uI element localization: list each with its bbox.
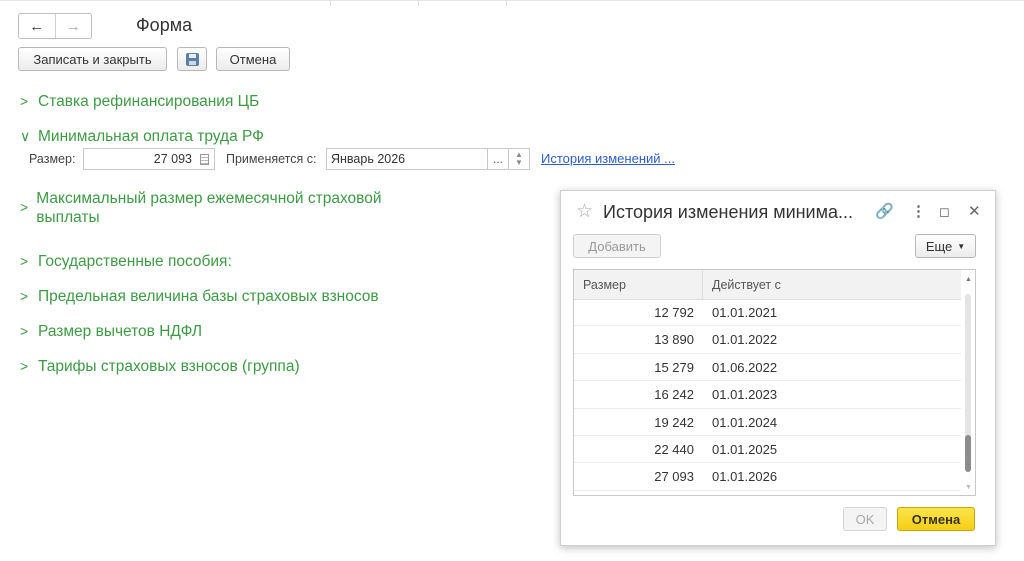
star-icon[interactable]: ☆ bbox=[576, 200, 593, 223]
calculator-icon[interactable] bbox=[200, 154, 209, 165]
size-label: Размер: bbox=[29, 152, 76, 166]
table-row[interactable]: 15 279 01.06.2022 bbox=[574, 354, 962, 382]
tab-divider bbox=[506, 0, 507, 6]
close-icon[interactable]: ✕ bbox=[968, 202, 981, 220]
top-border bbox=[0, 0, 1024, 6]
cancel-button[interactable]: Отмена bbox=[216, 47, 290, 71]
cell-size: 15 279 bbox=[654, 359, 694, 375]
chevron-down-icon: ∨ bbox=[20, 128, 31, 144]
cell-size: 16 242 bbox=[654, 387, 694, 403]
cell-size: 13 890 bbox=[654, 332, 694, 348]
scrollbar-thumb[interactable] bbox=[965, 435, 971, 472]
group-label: Минимальная оплата труда РФ bbox=[38, 128, 264, 145]
table-row[interactable]: 13 890 01.01.2022 bbox=[574, 326, 962, 354]
save-and-close-button[interactable]: Записать и закрыть bbox=[18, 47, 167, 71]
group-ndfl-deductions[interactable]: > Размер вычетов НДФЛ bbox=[20, 322, 202, 341]
column-header-date[interactable]: Действует с bbox=[712, 278, 781, 292]
chevron-right-icon: > bbox=[20, 199, 29, 215]
chevron-right-icon: > bbox=[20, 288, 29, 304]
history-table: Размер Действует с 12 792 01.01.2021 13 8… bbox=[573, 269, 976, 496]
chevron-right-icon: > bbox=[20, 93, 29, 109]
group-refinancing-rate[interactable]: > Ставка рефинансирования ЦБ bbox=[20, 92, 259, 111]
group-insurance-tariffs[interactable]: > Тарифы страховых взносов (группа) bbox=[20, 357, 300, 376]
scroll-up-icon[interactable]: ▲ bbox=[965, 276, 972, 283]
cell-date: 01.01.2021 bbox=[712, 305, 778, 320]
add-button[interactable]: Добавить bbox=[573, 234, 661, 258]
table-row[interactable]: 16 242 01.01.2023 bbox=[574, 381, 962, 409]
table-row[interactable]: 27 093 01.01.2026 bbox=[574, 463, 962, 491]
period-spinner[interactable]: ▲ ▼ bbox=[508, 148, 530, 170]
table-row[interactable]: 12 792 01.01.2021 bbox=[574, 299, 962, 327]
applies-from-input[interactable]: Январь 2026 bbox=[326, 148, 488, 170]
cell-size: 12 792 bbox=[654, 305, 694, 320]
group-label: Размер вычетов НДФЛ bbox=[38, 323, 203, 340]
select-period-button[interactable]: ... bbox=[487, 148, 509, 170]
group-insurance-base-limit[interactable]: > Предельная величина базы страховых взн… bbox=[20, 287, 379, 306]
cell-size: 19 242 bbox=[654, 414, 694, 430]
cell-size: 27 093 bbox=[654, 469, 694, 485]
chevron-right-icon: > bbox=[20, 253, 29, 269]
group-label: Государственные пособия: bbox=[38, 253, 232, 270]
table-row[interactable]: 22 440 01.01.2025 bbox=[574, 436, 962, 464]
chevron-right-icon: > bbox=[20, 358, 29, 374]
group-state-benefits[interactable]: > Государственные пособия: bbox=[20, 252, 232, 271]
size-value: 27 093 bbox=[153, 152, 192, 166]
ok-button[interactable]: OK bbox=[843, 507, 887, 531]
column-header-size[interactable]: Размер bbox=[583, 278, 626, 292]
link-icon[interactable]: 🔗 bbox=[875, 202, 894, 220]
cell-date: 01.01.2026 bbox=[712, 469, 778, 485]
forward-button[interactable]: → bbox=[54, 14, 92, 38]
group-label: Тарифы страховых взносов (группа) bbox=[38, 358, 300, 375]
group-minimum-wage[interactable]: ∨ Минимальная оплата труда РФ bbox=[20, 127, 264, 146]
table-scrollbar[interactable]: ▲ ▼ bbox=[961, 270, 975, 495]
dialog-cancel-button[interactable]: Отмена bbox=[897, 507, 975, 531]
dropdown-arrow-icon: ▼ bbox=[957, 241, 966, 251]
spin-down-icon[interactable]: ▼ bbox=[515, 159, 523, 167]
cell-date: 01.01.2022 bbox=[712, 332, 778, 348]
dialog-title: История изменения минима... bbox=[603, 202, 854, 222]
more-actions-button[interactable]: Еще ▼ bbox=[915, 234, 976, 258]
scroll-down-icon[interactable]: ▼ bbox=[965, 484, 972, 491]
table-row[interactable]: 19 242 01.01.2024 bbox=[574, 409, 962, 436]
column-divider bbox=[702, 270, 703, 299]
cell-date: 01.01.2024 bbox=[712, 414, 778, 430]
history-dialog: ☆ История изменения минима... 🔗 ⋮ ◻ ✕ До… bbox=[560, 190, 996, 546]
chevron-right-icon: > bbox=[20, 323, 29, 339]
back-button[interactable]: ← bbox=[19, 14, 55, 38]
size-input[interactable]: 27 093 bbox=[83, 148, 215, 170]
more-vertical-icon[interactable]: ⋮ bbox=[911, 202, 926, 220]
history-navigation: ← → bbox=[18, 13, 92, 39]
cell-date: 01.01.2025 bbox=[712, 441, 778, 457]
cell-size: 22 440 bbox=[654, 441, 694, 457]
page-title: Форма bbox=[136, 15, 193, 35]
tab-divider bbox=[330, 0, 331, 6]
maximize-icon[interactable]: ◻ bbox=[939, 204, 950, 220]
applies-from-label: Применяется с: bbox=[226, 152, 317, 166]
applies-from-value: Январь 2026 bbox=[331, 152, 406, 166]
history-link[interactable]: История изменений ... bbox=[541, 151, 675, 166]
group-max-insurance-payment[interactable]: > Максимальный размер ежемесячной страхо… bbox=[20, 189, 410, 227]
floppy-disk-icon bbox=[185, 52, 199, 66]
cell-date: 01.06.2022 bbox=[712, 359, 778, 375]
cell-date: 01.01.2023 bbox=[712, 387, 778, 403]
table-body: 12 792 01.01.2021 13 890 01.01.2022 15 279… bbox=[574, 299, 962, 491]
more-actions-label: Еще bbox=[925, 238, 953, 254]
save-button[interactable] bbox=[177, 47, 207, 71]
table-header: Размер Действует с bbox=[574, 270, 962, 300]
tab-divider bbox=[418, 0, 419, 6]
group-label: Максимальный размер ежемесячной страхово… bbox=[36, 190, 382, 226]
group-label: Предельная величина базы страховых взнос… bbox=[38, 288, 379, 305]
group-label: Ставка рефинансирования ЦБ bbox=[38, 93, 260, 110]
